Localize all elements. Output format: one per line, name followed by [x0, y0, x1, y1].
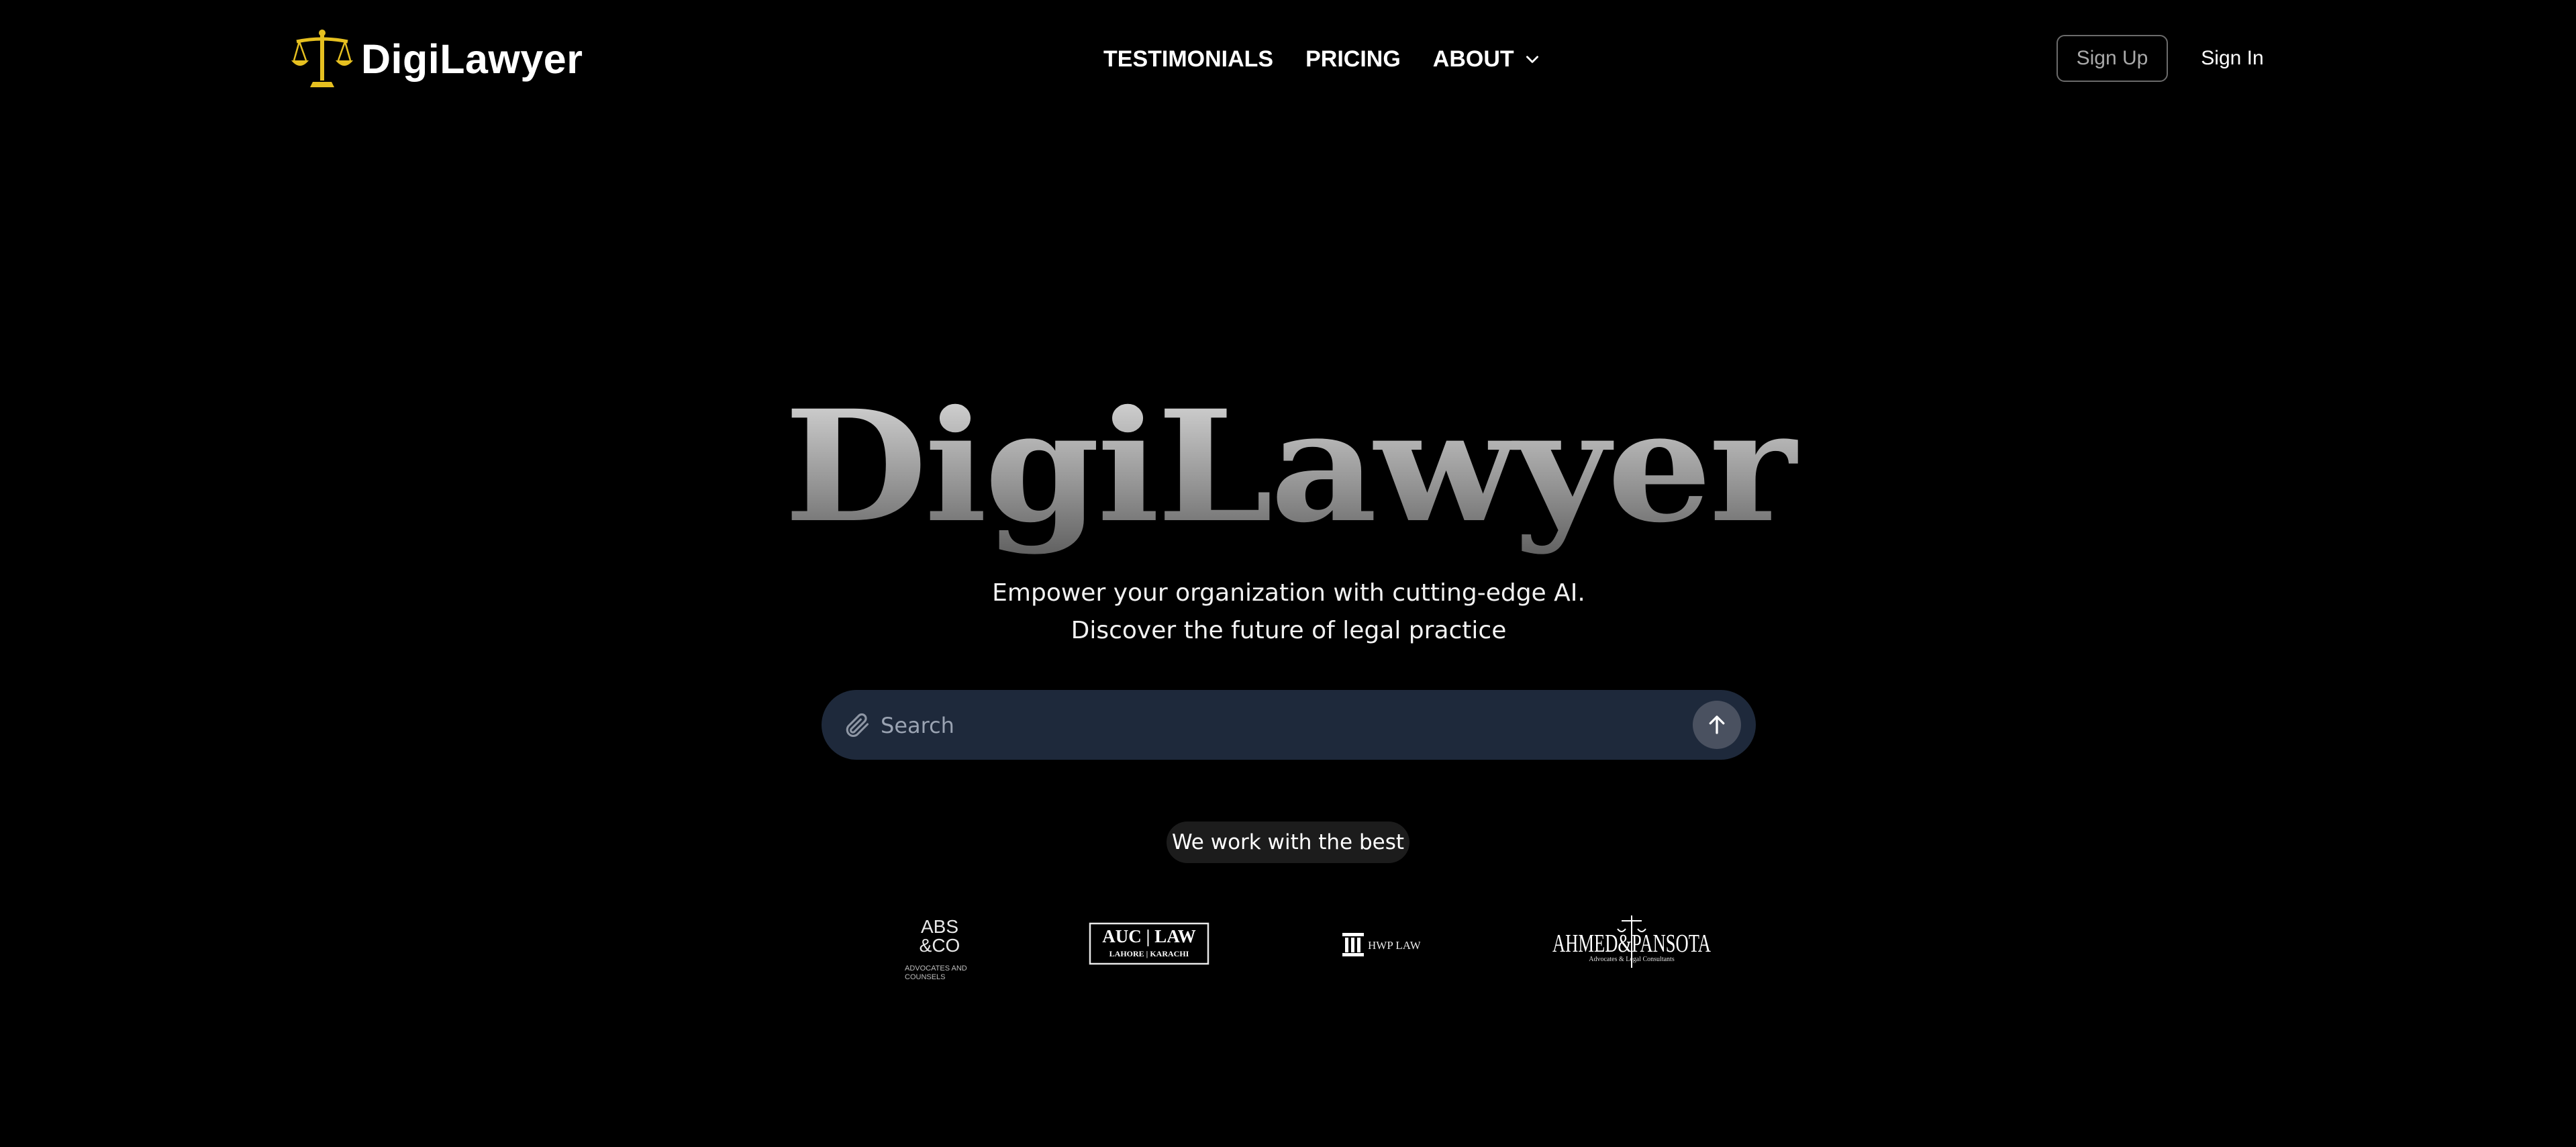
auc-logo-title: AUC | LAW — [1102, 926, 1195, 946]
tagline-line-1: Empower your organization with cutting-e… — [992, 579, 1585, 607]
partners-heading-badge: We work with the best — [1167, 821, 1409, 863]
scales-of-justice-icon — [291, 30, 353, 87]
nav-about-label: ABOUT — [1432, 46, 1514, 72]
brand-name: DigiLawyer — [361, 36, 583, 82]
main-menu: TESTIMONIALS PRICING ABOUT — [1103, 42, 1541, 77]
abs-logo-sub2: COUNSELS — [905, 973, 946, 981]
brand-link[interactable]: DigiLawyer — [290, 27, 583, 91]
arrow-up-icon — [1709, 715, 1725, 734]
chevron-down-icon — [1526, 56, 1538, 63]
paperclip-icon[interactable] — [842, 710, 871, 740]
column-icon — [1342, 933, 1364, 956]
nav-testimonials[interactable]: TESTIMONIALS — [1103, 46, 1273, 72]
nav-pricing-label: PRICING — [1305, 46, 1401, 72]
tagline-line-2: Discover the future of legal practice — [1071, 617, 1507, 644]
abs-logo-line1: ABS — [921, 916, 958, 937]
auc-logo-sub: LAHORE | KARACHI — [1109, 949, 1189, 958]
top-navbar: DigiLawyer TESTIMONIALS PRICING ABOUT Si… — [0, 0, 2576, 117]
nav-about-dropdown[interactable]: ABOUT — [1433, 46, 1541, 72]
hero-tagline: Empower your organization with cutting-e… — [886, 575, 1691, 650]
partner-logo-auc-law: AUC | LAW LAHORE | KARACHI — [1089, 922, 1209, 965]
partner-logo-abs-co: ABS &CO ADVOCATES AND COUNSELS — [905, 916, 967, 981]
hero-title: DigiLawyer — [694, 352, 1883, 581]
ahmed-logo-text: AHMED&PANSOTA — [1552, 930, 1711, 958]
sign-up-button[interactable]: Sign Up — [2057, 35, 2168, 82]
partner-logo-ahmed-pansota: AHMED&PANSOTA Advocates & Legal Consulta… — [1552, 915, 1711, 968]
abs-logo-sub1: ADVOCATES AND — [905, 964, 967, 973]
sign-in-button[interactable]: Sign In — [2187, 35, 2278, 82]
abs-logo-line2: &CO — [920, 935, 960, 956]
search-bar — [822, 690, 1756, 760]
ahmed-logo-sub: Advocates & Legal Consultants — [1589, 956, 1675, 963]
search-submit-button[interactable] — [1693, 701, 1741, 749]
hwp-logo-text: HWP LAW — [1368, 939, 1420, 952]
nav-pricing[interactable]: PRICING — [1305, 46, 1401, 72]
search-input[interactable] — [879, 702, 1674, 749]
partner-logo-hwp-law: HWP LAW — [1342, 933, 1420, 956]
nav-testimonials-label: TESTIMONIALS — [1103, 46, 1274, 72]
